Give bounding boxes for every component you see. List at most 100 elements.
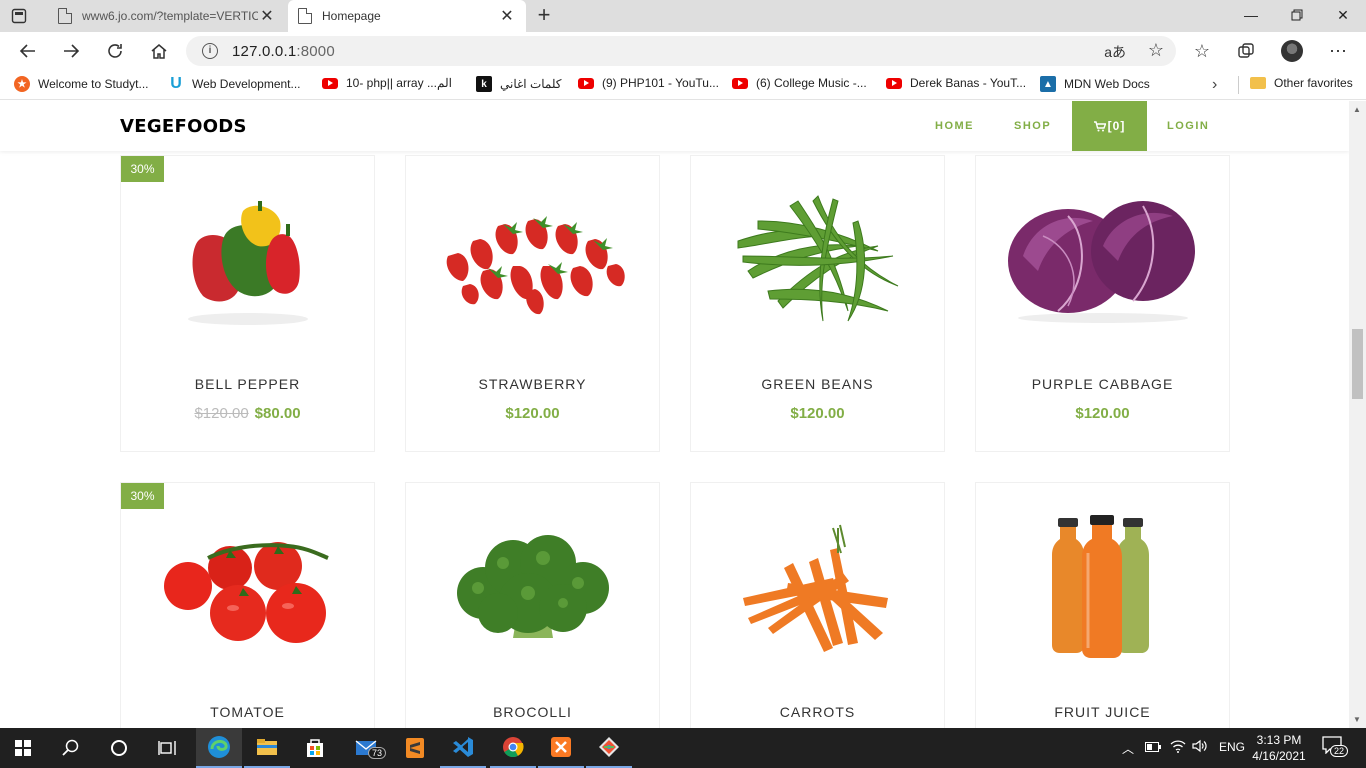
wifi-icon[interactable] [1170, 739, 1186, 756]
product-card[interactable]: FRUIT JUICE [975, 482, 1230, 728]
language-indicator[interactable]: ENG [1219, 740, 1245, 754]
read-aloud-icon[interactable]: aあ [1104, 42, 1126, 62]
more-options-icon[interactable]: ⋯ [1323, 37, 1353, 65]
restore-button[interactable] [1274, 0, 1320, 30]
bookmark-mdn[interactable]: ▲ MDN Web Docs [1040, 76, 1150, 92]
old-price: $120.00 [194, 405, 249, 422]
file-explorer-icon[interactable] [244, 728, 290, 768]
product-name[interactable]: BROCOLLI [406, 704, 659, 720]
scroll-up-icon[interactable]: ▲ [1353, 105, 1361, 114]
battery-icon[interactable] [1145, 741, 1161, 755]
favorites-icon[interactable]: ☆ [1187, 37, 1217, 65]
product-card[interactable]: 30% TOMATOE [120, 482, 375, 728]
bookmark-php101[interactable]: (9) PHP101 - YouTu... [578, 76, 719, 90]
product-name[interactable]: FRUIT JUICE [976, 704, 1229, 720]
scroll-down-icon[interactable]: ▼ [1353, 715, 1361, 724]
clock[interactable]: 3:13 PM 4/16/2021 [1252, 732, 1306, 764]
cortana-icon[interactable] [96, 728, 142, 768]
nav-shop[interactable]: SHOP [1014, 120, 1051, 132]
product-name[interactable]: PURPLE CABBAGE [976, 376, 1229, 392]
udemy-icon: U [170, 75, 182, 92]
product-name[interactable]: TOMATOE [121, 704, 374, 720]
green-beans-image[interactable] [691, 156, 944, 366]
nav-home[interactable]: HOME [935, 120, 974, 132]
volume-icon[interactable] [1192, 739, 1208, 756]
search-icon[interactable] [48, 728, 94, 768]
brocolli-image[interactable] [406, 483, 659, 693]
studytonight-icon: ★ [14, 76, 30, 92]
vscode-icon[interactable] [440, 728, 486, 768]
bookmark-label: MDN Web Docs [1064, 77, 1150, 91]
back-button[interactable] [13, 37, 43, 65]
brand-logo[interactable]: VEGEFOODS [120, 116, 247, 137]
tab-title: www6.jo.com/?template=VERTIC [82, 9, 258, 23]
minimize-button[interactable]: — [1228, 0, 1274, 30]
sale-price: $120.00 [505, 405, 560, 422]
bookmark-label: Web Development... [192, 77, 301, 91]
product-card[interactable]: 30% BELL PEPPER $120.00 $80.00 [120, 155, 375, 452]
tab-homepage[interactable]: Homepage ✕ [288, 0, 526, 32]
tab-template[interactable]: www6.jo.com/?template=VERTIC ✕ [48, 0, 286, 32]
collections-icon[interactable] [1231, 37, 1261, 65]
bookmark-college-music[interactable]: (6) College Music -... [732, 76, 867, 90]
profile-avatar[interactable] [1281, 40, 1303, 62]
other-favorites[interactable]: Other favorites [1250, 76, 1353, 90]
home-button[interactable] [144, 37, 174, 65]
nav-login[interactable]: LOGIN [1167, 120, 1209, 132]
bookmark-php-array[interactable]: 10- php|| array ...الم [322, 76, 452, 90]
strawberry-image[interactable] [406, 156, 659, 366]
notifications-icon[interactable]: 22 [1322, 736, 1349, 760]
url-text: 127.0.0.1:8000 [232, 43, 335, 60]
fruit-juice-image[interactable] [976, 483, 1229, 693]
cart-button[interactable]: [0] [1072, 101, 1147, 151]
address-bar[interactable]: i 127.0.0.1:8000 aあ ☆ [186, 36, 1176, 66]
show-hidden-icons[interactable]: ︿ [1122, 740, 1134, 757]
bookmark-web-development[interactable]: U Web Development... [168, 75, 301, 92]
bookmark-studytonight[interactable]: ★ Welcome to Studyt... [14, 76, 149, 92]
scrollbar-thumb[interactable] [1352, 329, 1363, 399]
sale-price: $120.00 [1075, 405, 1130, 422]
forward-button[interactable] [56, 37, 86, 65]
discount-badge: 30% [121, 156, 164, 182]
bell-pepper-image[interactable] [121, 156, 374, 366]
product-card[interactable]: STRAWBERRY $120.00 [405, 155, 660, 452]
url-host: 127.0.0.1 [232, 43, 297, 60]
chrome-icon[interactable] [490, 728, 536, 768]
cart-icon [1093, 120, 1106, 131]
product-card[interactable]: GREEN BEANS $120.00 [690, 155, 945, 452]
git-icon[interactable] [586, 728, 632, 768]
chevron-right-icon[interactable]: › [1212, 76, 1217, 94]
tab-actions-icon[interactable] [8, 6, 30, 26]
k-icon: k [476, 76, 492, 92]
product-card[interactable]: CARROTS [690, 482, 945, 728]
info-icon[interactable]: i [202, 43, 218, 59]
product-card[interactable]: PURPLE CABBAGE $120.00 [975, 155, 1230, 452]
product-name[interactable]: BELL PEPPER [121, 376, 374, 392]
refresh-button[interactable] [100, 37, 130, 65]
close-tab-icon[interactable]: ✕ [498, 6, 516, 26]
product-name[interactable]: STRAWBERRY [406, 376, 659, 392]
sublime-text-icon[interactable] [392, 728, 438, 768]
product-price: $120.00 [691, 405, 944, 422]
bookmark-lyrics[interactable]: k كلمات اغاني [476, 76, 562, 92]
new-tab-button[interactable]: + [532, 4, 556, 28]
purple-cabbage-image[interactable] [976, 156, 1229, 366]
product-price: $120.00 $80.00 [121, 405, 374, 422]
close-window-button[interactable]: ✕ [1320, 0, 1366, 30]
cart-count: [0] [1107, 119, 1126, 133]
start-icon[interactable] [0, 728, 46, 768]
product-card[interactable]: BROCOLLI [405, 482, 660, 728]
tomatoe-image[interactable] [121, 483, 374, 693]
add-favorite-icon[interactable]: ☆ [1148, 40, 1164, 61]
task-view-icon[interactable] [144, 728, 190, 768]
store-icon[interactable] [292, 728, 338, 768]
close-tab-icon[interactable]: ✕ [258, 6, 276, 26]
bookmark-derek-banas[interactable]: Derek Banas - YouT... [886, 76, 1026, 90]
edge-taskbar-icon[interactable] [196, 728, 242, 768]
page-scrollbar[interactable]: ▲ ▼ [1349, 101, 1366, 728]
product-name[interactable]: GREEN BEANS [691, 376, 944, 392]
carrots-image[interactable] [691, 483, 944, 693]
xampp-icon[interactable] [538, 728, 584, 768]
mail-icon[interactable]: 73 [344, 728, 390, 768]
product-name[interactable]: CARROTS [691, 704, 944, 720]
